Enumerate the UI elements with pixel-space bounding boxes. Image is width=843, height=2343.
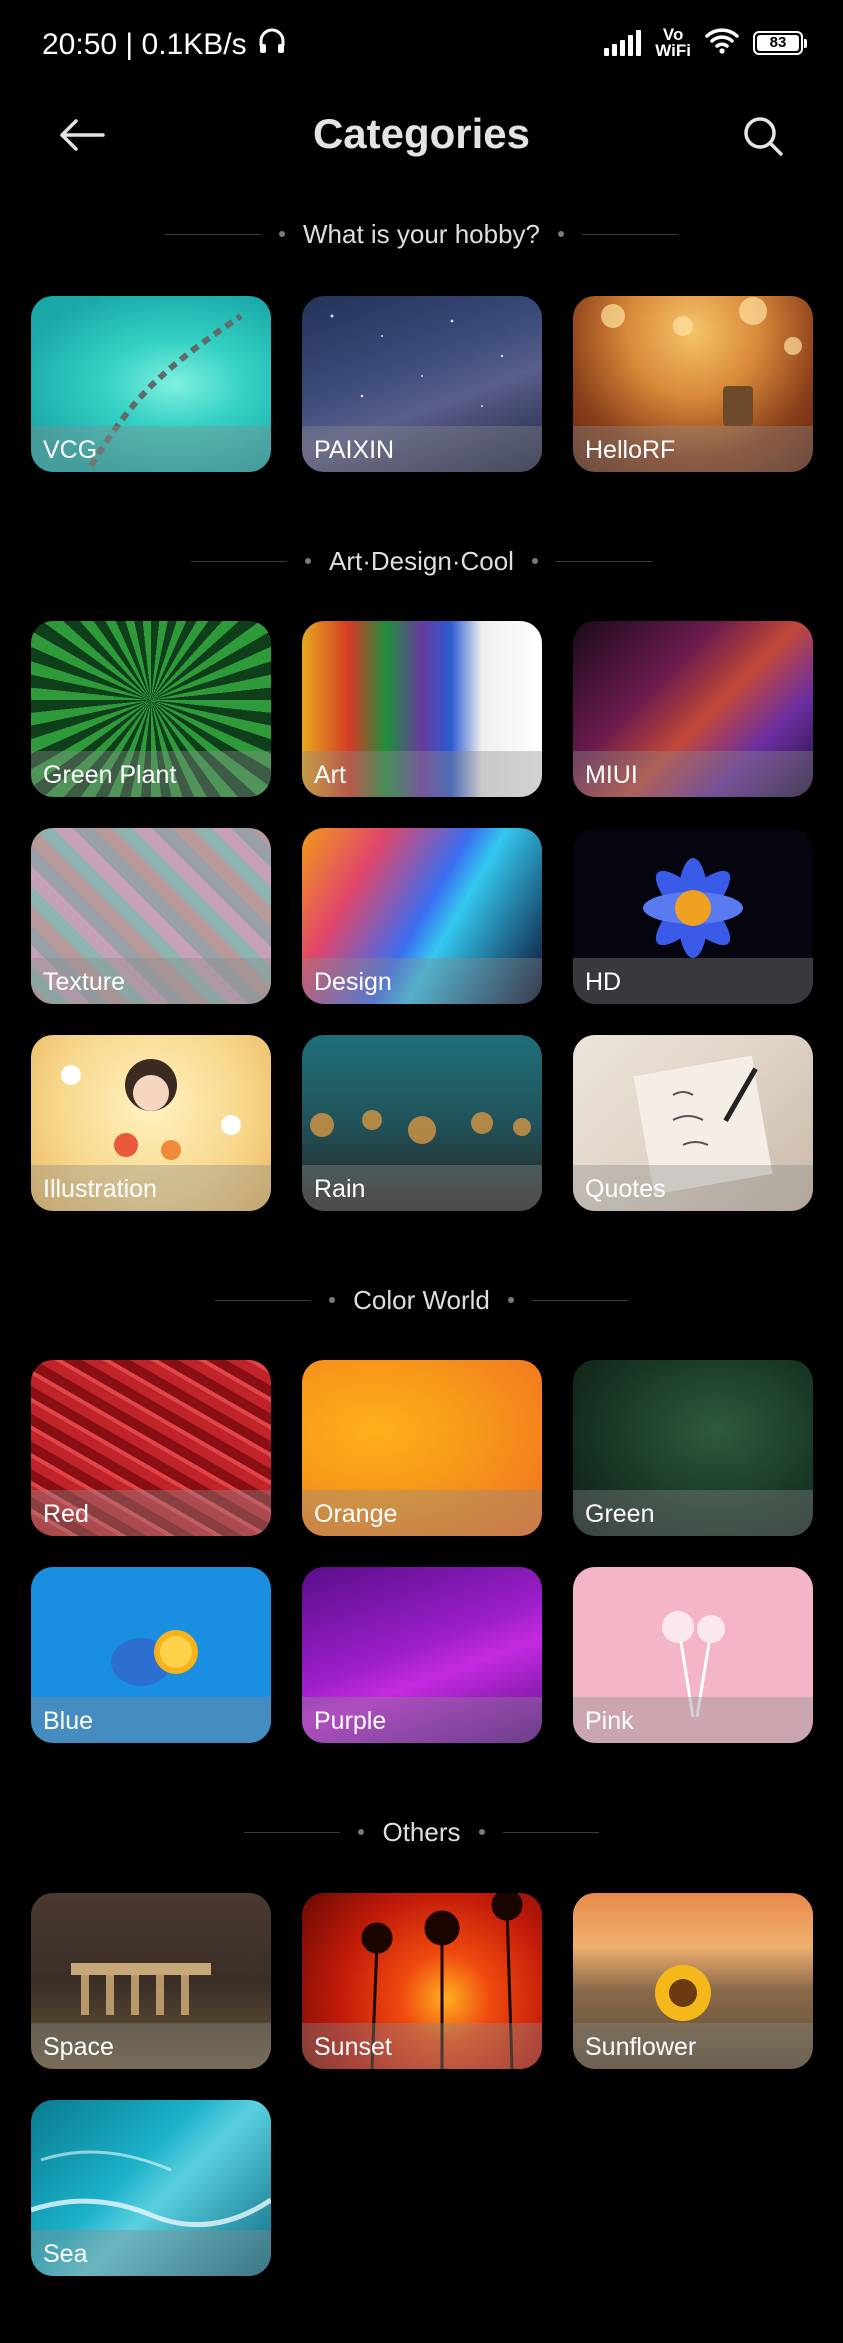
tile-label: Sunflower	[585, 2033, 697, 2061]
section-title-color-world: Color World	[0, 1280, 843, 1320]
tile-label: Design	[314, 968, 392, 996]
tile-label: Red	[43, 1500, 89, 1528]
category-tile-sea[interactable]: Sea	[31, 2100, 271, 2276]
category-tile-illustration[interactable]: Illustration	[31, 1035, 271, 1211]
section-title-text: What is your hobby?	[302, 218, 540, 249]
battery-icon: 83	[753, 30, 807, 55]
tile-label: Rain	[314, 1175, 366, 1203]
category-tile-art[interactable]: Art	[302, 621, 542, 797]
section-title-others: Others	[0, 1812, 843, 1852]
category-tile-texture[interactable]: Texture	[31, 828, 271, 1004]
category-tile-quotes[interactable]: Quotes	[573, 1035, 813, 1211]
battery-level: 83	[769, 34, 787, 51]
section-title-text: Others	[382, 1816, 461, 1847]
section-title-hobby: What is your hobby?	[0, 214, 843, 254]
section-title-art-design-cool: Art·Design·Cool	[0, 541, 843, 581]
tile-label: Green	[585, 1500, 655, 1528]
tile-label: HD	[585, 968, 622, 996]
category-tile-hd[interactable]: HD	[573, 828, 813, 1004]
tile-label: Art	[314, 761, 346, 789]
tile-label: HelloRF	[585, 436, 676, 464]
section-title-text: Color World	[353, 1284, 490, 1315]
tile-label: Sunset	[314, 2033, 392, 2061]
category-tile-green[interactable]: Green	[573, 1360, 813, 1536]
tile-label: Pink	[585, 1707, 634, 1735]
tile-label: Sea	[43, 2240, 88, 2268]
category-tile-design[interactable]: Design	[302, 828, 542, 1004]
category-tile-sunset[interactable]: Sunset	[302, 1893, 542, 2069]
tile-label: Quotes	[585, 1175, 666, 1203]
section-title-text: Art·Design·Cool	[329, 545, 514, 576]
category-tile-pink[interactable]: Pink	[573, 1567, 813, 1743]
vowifi-indicator: Vo WiFi	[655, 26, 691, 60]
tile-label: Space	[43, 2033, 114, 2061]
tile-label: VCG	[43, 436, 98, 464]
vowifi-bottom-text: WiFi	[655, 40, 691, 60]
tile-label: Orange	[314, 1500, 398, 1528]
category-tile-paixin[interactable]: PAIXIN	[302, 296, 542, 472]
signal-strength-icon	[604, 29, 642, 56]
category-tile-blue[interactable]: Blue	[31, 1567, 271, 1743]
tile-label: Purple	[314, 1707, 387, 1735]
category-tile-red[interactable]: Red	[31, 1360, 271, 1536]
app-header: Categories	[0, 100, 843, 170]
page-title: Categories	[312, 110, 531, 157]
status-bar: 20:50 | 0.1KB/s Vo WiFi 83	[0, 0, 843, 90]
wifi-icon	[705, 26, 739, 59]
category-tile-purple[interactable]: Purple	[302, 1567, 542, 1743]
tile-label: Green Plant	[43, 761, 177, 789]
tile-label: MIUI	[585, 761, 638, 789]
category-tile-rain[interactable]: Rain	[302, 1035, 542, 1211]
status-time-speed: 20:50 | 0.1KB/s	[42, 28, 247, 61]
category-tile-miui[interactable]: MIUI	[573, 621, 813, 797]
category-tile-orange[interactable]: Orange	[302, 1360, 542, 1536]
category-tile-sunflower[interactable]: Sunflower	[573, 1893, 813, 2069]
tile-label: PAIXIN	[314, 436, 395, 464]
tile-label: Blue	[43, 1707, 94, 1735]
category-tile-green-plant[interactable]: Green Plant	[31, 621, 271, 797]
tile-label: Texture	[43, 968, 125, 996]
search-button[interactable]	[735, 108, 791, 164]
search-icon	[744, 117, 783, 156]
headphones-icon	[257, 26, 287, 64]
tile-label: Illustration	[43, 1175, 157, 1203]
category-tile-space[interactable]: Space	[31, 1893, 271, 2069]
category-tile-vcg[interactable]: VCG	[31, 296, 271, 472]
category-tile-hellorf[interactable]: HelloRF	[573, 296, 813, 472]
